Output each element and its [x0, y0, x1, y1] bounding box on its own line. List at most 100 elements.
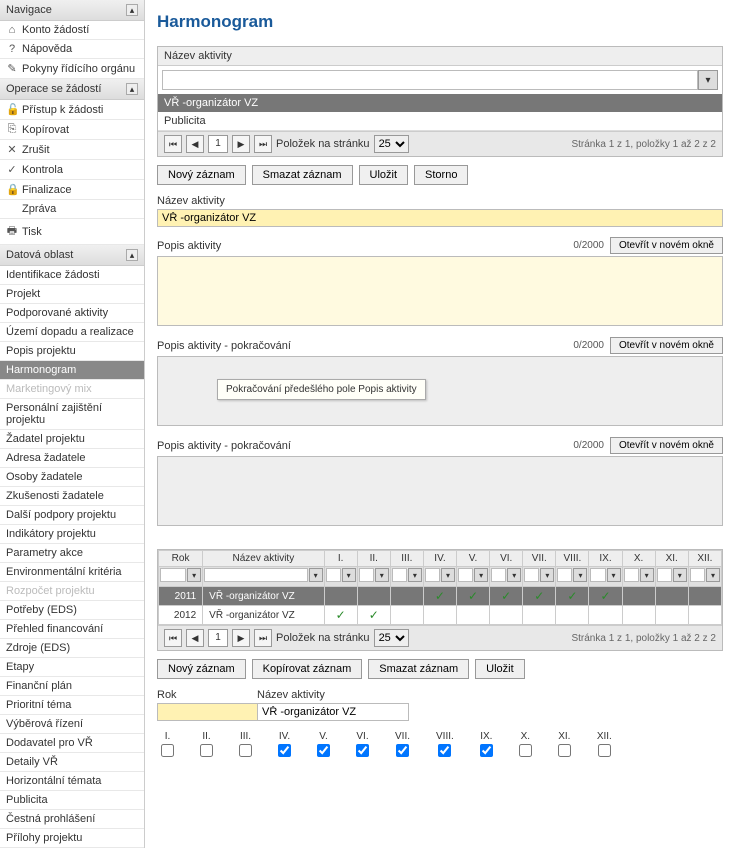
pager-last[interactable]: ⏭ [254, 629, 272, 647]
filter-icon[interactable]: ▾ [706, 568, 720, 582]
sidebar-item[interactable]: Území dopadu a realizace [0, 323, 144, 342]
month-checkbox[interactable] [278, 744, 291, 757]
list-row-selected[interactable]: VŘ -organizátor VZ [158, 94, 722, 112]
pager-first[interactable]: ⏮ [164, 135, 182, 153]
month-checkbox[interactable] [200, 744, 213, 757]
action-button[interactable]: Nový záznam [157, 659, 246, 679]
sidebar-item[interactable]: Personální zajištění projektu [0, 399, 144, 430]
filter-input[interactable] [590, 568, 605, 582]
filter-icon[interactable]: ▾ [375, 568, 389, 582]
filter-icon[interactable]: ▾ [507, 568, 521, 582]
sidebar-item[interactable]: Detaily VŘ [0, 753, 144, 772]
sidebar-item[interactable]: Parametry akce [0, 544, 144, 563]
sched-row[interactable]: 2011VŘ -organizátor VZ✓✓✓✓✓✓ [159, 587, 722, 606]
sidebar-item[interactable]: ⌂Konto žádostí [0, 21, 144, 40]
filter-icon[interactable]: ▾ [698, 70, 718, 90]
sidebar-item[interactable]: ?Nápověda [0, 40, 144, 59]
filter-input[interactable] [657, 568, 672, 582]
sidebar-item[interactable]: Adresa žadatele [0, 449, 144, 468]
month-checkbox[interactable] [519, 744, 532, 757]
pager-next[interactable]: ▶ [232, 135, 250, 153]
filter-input[interactable] [425, 568, 440, 582]
sidebar-item[interactable]: Popis projektu [0, 342, 144, 361]
sidebar-item[interactable]: Čestná prohlášení [0, 810, 144, 829]
name-input[interactable] [157, 209, 723, 227]
sidebar-item[interactable]: 🖶Tisk [0, 219, 144, 245]
collapse-icon[interactable]: ▴ [126, 249, 138, 261]
pager-prev[interactable]: ◀ [186, 629, 204, 647]
pager-next[interactable]: ▶ [232, 629, 250, 647]
filter-input[interactable] [204, 568, 307, 582]
data-header[interactable]: Datová oblast▴ [0, 245, 144, 266]
sidebar-item[interactable]: Horizontální témata [0, 772, 144, 791]
sidebar-item[interactable]: Dodavatel pro VŘ [0, 734, 144, 753]
pager-first[interactable]: ⏮ [164, 629, 182, 647]
search-input[interactable] [162, 70, 698, 90]
open-new-window-button[interactable]: Otevřít v novém okně [610, 437, 723, 454]
action-button[interactable]: Uložit [359, 165, 409, 185]
ops-header[interactable]: Operace se žádostí▴ [0, 79, 144, 100]
sidebar-item[interactable]: Žadatel projektu [0, 430, 144, 449]
filter-icon[interactable]: ▾ [540, 568, 554, 582]
sidebar-item[interactable]: Přílohy projektu [0, 829, 144, 848]
month-checkbox[interactable] [239, 744, 252, 757]
nav-header[interactable]: Navigace▴ [0, 0, 144, 21]
month-checkbox[interactable] [558, 744, 571, 757]
month-checkbox[interactable] [396, 744, 409, 757]
bottom-name-input[interactable] [257, 703, 409, 721]
sidebar-item[interactable]: Přehled financování [0, 620, 144, 639]
filter-input[interactable] [690, 568, 705, 582]
filter-input[interactable] [392, 568, 407, 582]
open-new-window-button[interactable]: Otevřít v novém okně [610, 237, 723, 254]
per-page-select[interactable]: 25 [374, 135, 409, 153]
sidebar-item[interactable]: ⎘Kopírovat [0, 120, 144, 140]
pager-last[interactable]: ⏭ [254, 135, 272, 153]
filter-input[interactable] [557, 568, 572, 582]
sidebar-item[interactable]: 🔓Přístup k žádosti [0, 100, 144, 120]
sidebar-item[interactable]: Environmentální kritéria [0, 563, 144, 582]
sidebar-item[interactable]: Potřeby (EDS) [0, 601, 144, 620]
sidebar-item[interactable]: Další podpory projektu [0, 506, 144, 525]
action-button[interactable]: Smazat záznam [368, 659, 469, 679]
action-button[interactable]: Uložit [475, 659, 525, 679]
sidebar-item[interactable]: Zkušenosti žadatele [0, 487, 144, 506]
open-new-window-button[interactable]: Otevřít v novém okně [610, 337, 723, 354]
filter-icon[interactable]: ▾ [441, 568, 455, 582]
sidebar-item[interactable]: Indikátory projektu [0, 525, 144, 544]
filter-icon[interactable]: ▾ [187, 568, 201, 582]
sidebar-item[interactable]: Zdroje (EDS) [0, 639, 144, 658]
sidebar-item[interactable]: Výběrová řízení [0, 715, 144, 734]
sidebar-item[interactable]: Projekt [0, 285, 144, 304]
sidebar-item[interactable]: ✓Kontrola [0, 160, 144, 180]
filter-input[interactable] [160, 568, 186, 582]
collapse-icon[interactable]: ▴ [126, 83, 138, 95]
filter-input[interactable] [458, 568, 473, 582]
month-checkbox[interactable] [480, 744, 493, 757]
filter-icon[interactable]: ▾ [607, 568, 621, 582]
pager-prev[interactable]: ◀ [186, 135, 204, 153]
cont-textarea-2[interactable] [157, 456, 723, 526]
action-button[interactable]: Kopírovat záznam [252, 659, 363, 679]
filter-input[interactable] [326, 568, 341, 582]
month-checkbox[interactable] [161, 744, 174, 757]
filter-icon[interactable]: ▾ [673, 568, 687, 582]
sched-row[interactable]: 2012VŘ -organizátor VZ✓✓ [159, 606, 722, 625]
sidebar-item[interactable]: ✎Pokyny řídícího orgánu [0, 59, 144, 79]
filter-input[interactable] [624, 568, 639, 582]
filter-input[interactable] [524, 568, 539, 582]
filter-icon[interactable]: ▾ [408, 568, 422, 582]
filter-icon[interactable]: ▾ [309, 568, 323, 582]
sidebar-item[interactable]: Identifikace žádosti [0, 266, 144, 285]
list-row[interactable]: Publicita [158, 112, 722, 131]
sidebar-item[interactable]: Podporované aktivity [0, 304, 144, 323]
sidebar-item[interactable]: 🔒Finalizace [0, 180, 144, 200]
month-checkbox[interactable] [598, 744, 611, 757]
month-checkbox[interactable] [438, 744, 451, 757]
month-checkbox[interactable] [356, 744, 369, 757]
per-page-select[interactable]: 25 [374, 629, 409, 647]
sidebar-item[interactable]: Zpráva [0, 200, 144, 219]
filter-icon[interactable]: ▾ [474, 568, 488, 582]
sidebar-item[interactable]: Prioritní téma [0, 696, 144, 715]
month-checkbox[interactable] [317, 744, 330, 757]
filter-input[interactable] [491, 568, 506, 582]
